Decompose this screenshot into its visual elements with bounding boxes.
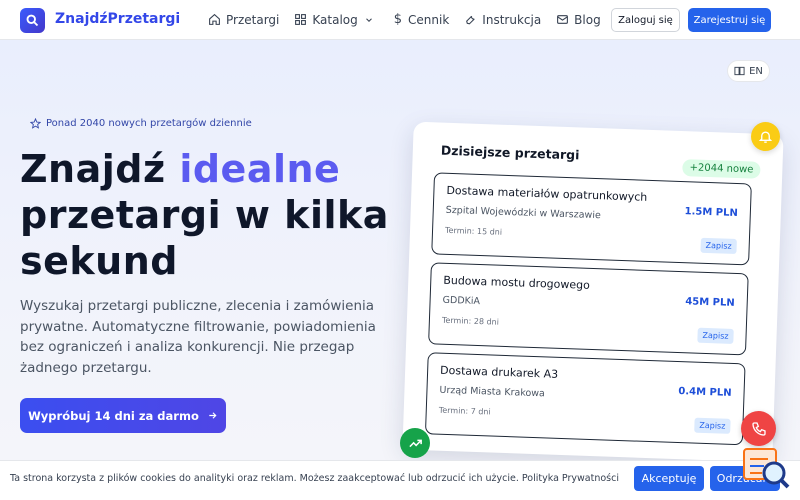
tender-org: Szpital Wojewódzki w Warszawie (445, 204, 601, 222)
top-navbar: ZnajdźPrzetargi Przetargi Katalog $ Cenn… (0, 0, 800, 40)
star-icon (30, 118, 41, 129)
chevron-down-icon (365, 17, 372, 22)
home-icon (209, 13, 220, 25)
tender-org: Urząd Miasta Krakowa (439, 384, 546, 400)
tender-title: Dostawa drukarek A3 (439, 363, 559, 381)
tender-item[interactable]: Dostawa drukarek A3 Urząd Miasta Krakowa… (424, 352, 746, 446)
arrow-right-icon (209, 412, 217, 419)
hero-badge: Ponad 2040 nowych przetargów dziennie (30, 118, 252, 129)
tender-org: GDDKiA (442, 294, 481, 308)
nav-katalog[interactable]: Katalog (294, 12, 378, 27)
nav-label: Blog (574, 12, 601, 27)
accept-cookies-button[interactable]: Akceptuję (634, 466, 704, 491)
nav-label: Cennik (408, 12, 450, 27)
tender-price: 1.5M PLN (684, 206, 739, 220)
login-button[interactable]: Zaloguj się (611, 8, 680, 32)
save-button[interactable]: Zapisz (697, 327, 734, 344)
tender-term: Termin: 7 dni (438, 405, 491, 417)
tender-item[interactable]: Budowa mostu drogowego GDDKiA Termin: 28… (428, 262, 749, 356)
hero-badge-text: Ponad 2040 nowych przetargów dziennie (46, 118, 252, 129)
hero-title-after: przetargi w kilka sekund (20, 193, 389, 283)
logo-text[interactable]: ZnajdźPrzetargi (55, 11, 180, 27)
tender-item[interactable]: Dostawa materiałów opatrunkowych Szpital… (431, 172, 752, 266)
language-label: EN (749, 65, 763, 77)
cookie-text: Ta strona korzysta z plików cookies do a… (10, 473, 619, 484)
tender-title: Budowa mostu drogowego (443, 273, 591, 292)
nav-cennik[interactable]: $ Cennik (394, 12, 450, 27)
search-widget-icon[interactable] (742, 447, 790, 489)
tool-icon (466, 15, 475, 25)
card-title: Dzisiejsze przetargi (440, 142, 580, 163)
tender-title: Dostawa materiałów opatrunkowych (446, 183, 648, 204)
tender-term: Termin: 28 dni (441, 315, 500, 327)
logo-search-icon[interactable] (20, 8, 45, 33)
cta-label: Wypróbuj 14 dni za darmo (28, 408, 199, 423)
dollar-icon: $ (393, 12, 403, 27)
nav-blog[interactable]: Blog (556, 12, 601, 27)
tender-price: 45M PLN (685, 296, 735, 309)
main-nav: Przetargi Katalog $ Cennik Instrukcja Bl… (208, 12, 616, 27)
cookie-bar: Ta strona korzysta z plików cookies do a… (0, 460, 800, 500)
hero-title-before: Znajdź (20, 147, 180, 191)
grid-icon (295, 14, 307, 25)
nav-przetargi[interactable]: Przetargi (208, 12, 279, 27)
tender-price: 0.4M PLN (678, 386, 732, 399)
mail-icon (557, 15, 569, 24)
book-icon (734, 66, 745, 76)
hero-description: Wyszukaj przetargi publiczne, zlecenia i… (20, 298, 376, 376)
trending-up-icon (400, 428, 430, 458)
nav-label: Przetargi (226, 12, 280, 27)
trial-cta-button[interactable]: Wypróbuj 14 dni za darmo (20, 398, 226, 433)
nav-label: Instrukcja (482, 12, 542, 27)
save-button[interactable]: Zapisz (700, 237, 737, 254)
nav-label: Katalog (312, 12, 358, 27)
language-switch[interactable]: EN (727, 60, 770, 82)
todays-tenders-card: Dzisiejsze przetargi +2044 nowe Dostawa … (402, 121, 784, 463)
phone-icon[interactable] (741, 411, 776, 446)
new-count-badge: +2044 nowe (682, 159, 761, 179)
nav-instrukcja[interactable]: Instrukcja (464, 12, 541, 27)
save-button[interactable]: Zapisz (694, 417, 731, 434)
register-button[interactable]: Zarejestruj się (688, 8, 771, 32)
tender-term: Termin: 15 dni (444, 225, 503, 237)
bell-icon[interactable] (751, 122, 780, 151)
hero-title-accent: idealne (179, 147, 341, 191)
hero-title: Znajdź idealne przetargi w kilka sekund (20, 146, 410, 284)
